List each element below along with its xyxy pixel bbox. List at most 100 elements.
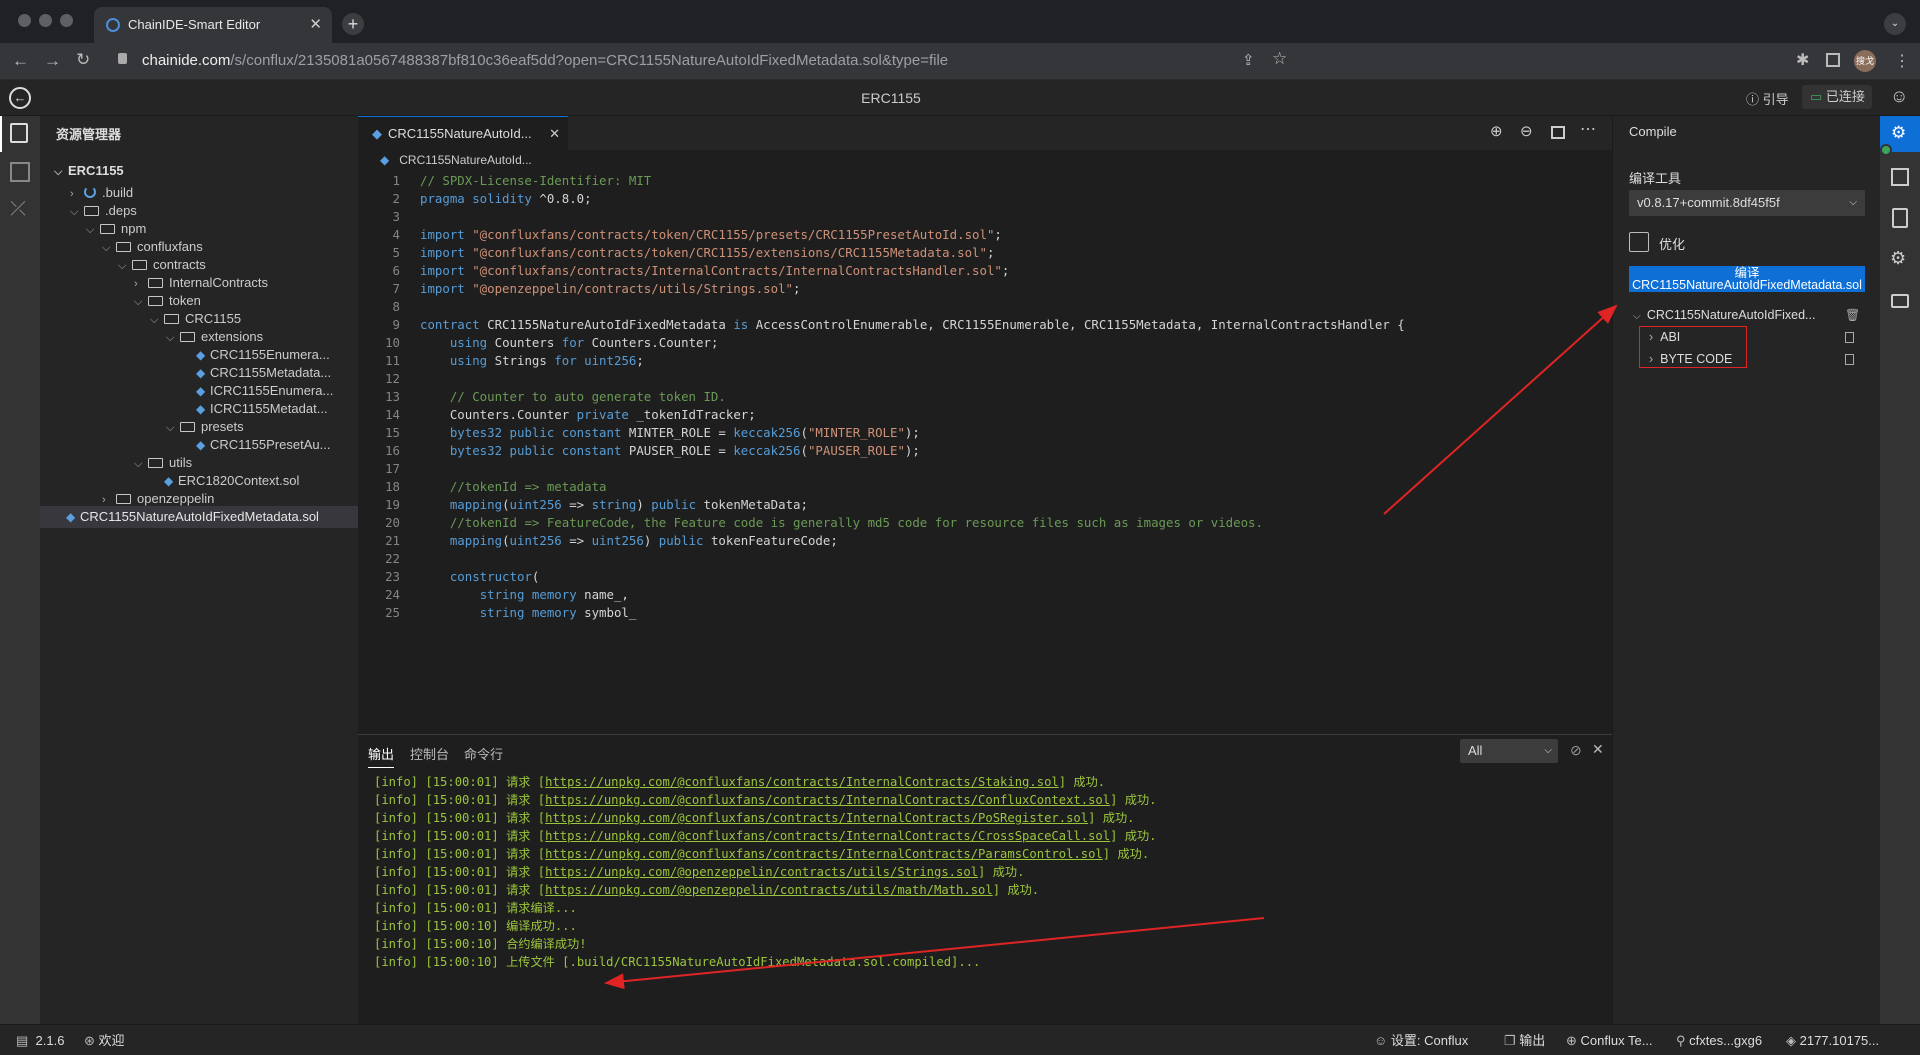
forward-arrow-icon[interactable]: → [44, 51, 61, 71]
code-line[interactable]: 21 mapping(uint256 => uint256) public to… [358, 530, 838, 552]
maximize-window-dot[interactable] [60, 14, 73, 27]
folder-open-icon [84, 206, 99, 216]
close-editor-tab-icon[interactable]: ✕ [549, 117, 560, 151]
close-window-dot[interactable] [18, 14, 31, 27]
log-filter-select[interactable]: All ⌵ [1460, 739, 1558, 763]
trash-icon[interactable]: 🗑 [1845, 308, 1860, 322]
tab-terminal[interactable]: 命令行 [464, 744, 503, 763]
more-actions-icon[interactable]: ⋯ [1580, 119, 1596, 139]
code-line[interactable]: 16 bytes32 public constant PAUSER_ROLE =… [358, 440, 920, 462]
compiler-version-select[interactable]: v0.8.17+commit.8df45f5f ⌵ [1629, 190, 1865, 216]
connection-status-button[interactable]: ▭ 已连接 [1802, 85, 1872, 109]
user-icon[interactable]: ☺ [1890, 86, 1908, 107]
code-token: ; [636, 353, 644, 368]
project-root-label: ERC1155 [68, 163, 124, 178]
profile-avatar[interactable]: 搜戈 [1854, 50, 1876, 72]
code-area[interactable]: 1// SPDX-License-Identifier: MIT 2 pragma … [358, 170, 1612, 734]
kebab-menu-icon[interactable]: ⋮ [1894, 51, 1910, 71]
code-token: uint256 [584, 353, 637, 368]
bytecode-item[interactable]: › BYTE CODE [1649, 352, 1732, 366]
log-link[interactable]: https://unpkg.com/@confluxfans/contracts… [545, 847, 1103, 861]
close-panel-icon[interactable]: ✕ [1592, 741, 1604, 758]
code-token: keccak256 [733, 443, 801, 458]
reload-icon[interactable]: ↻ [76, 50, 90, 70]
project-root[interactable]: ⌵ ERC1155 [54, 160, 124, 182]
new-tab-button[interactable]: + [342, 13, 364, 35]
code-line[interactable]: 25 string memory symbol_ [358, 602, 636, 624]
compile-button[interactable]: 编译 CRC1155NatureAutoIdFixedMetadata.sol [1629, 266, 1865, 292]
close-tab-icon[interactable]: ✕ [309, 7, 322, 43]
tree-item[interactable]: ◆ CRC1155PresetAu... [182, 434, 330, 456]
welcome-item[interactable]: ⊛ 欢迎 [84, 1033, 125, 1049]
code-token: Counters.Counter [420, 407, 577, 422]
back-arrow-icon[interactable]: ← [12, 51, 29, 71]
address-bar[interactable]: chainide.com/s/conflux/2135081a056748838… [142, 52, 948, 69]
code-token: ( [502, 533, 510, 548]
code-token: ; [994, 227, 1002, 242]
output-item[interactable]: ❐ 输出 [1504, 1033, 1545, 1049]
code-token: bytes32 public constant [449, 443, 629, 458]
tree-item-label: utils [169, 455, 193, 470]
log-link[interactable]: https://unpkg.com/@confluxfans/contracts… [545, 793, 1110, 807]
tree-item-label: CRC1155 [185, 311, 242, 326]
folder-open-icon [164, 314, 179, 324]
code-token: ; [1001, 263, 1010, 278]
network-item[interactable]: ⊕ Conflux Te... [1566, 1033, 1653, 1049]
bookmark-star-icon[interactable]: ☆ [1272, 49, 1287, 69]
tab-search-icon[interactable]: ⌄ [1884, 13, 1906, 35]
sidepanel-icon[interactable] [1826, 53, 1840, 67]
optimize-checkbox[interactable] [1629, 232, 1649, 252]
abi-item[interactable]: › ABI [1649, 330, 1680, 344]
tab-output[interactable]: 输出 [368, 744, 395, 768]
settings-item[interactable]: ☺ 设置: Conflux [1374, 1033, 1468, 1049]
log-line: [info] [15:00:10] 上传文件 [.build/CRC1155Na… [374, 951, 980, 973]
log-link[interactable]: https://unpkg.com/@openzeppelin/contract… [545, 865, 978, 879]
shield-gear-icon[interactable]: ⚙ [1890, 248, 1906, 269]
minimize-window-dot[interactable] [39, 14, 52, 27]
log-text: [info] [15:00:01] 请求 [ [374, 829, 546, 843]
browser-tab-title: ChainIDE-Smart Editor [128, 17, 261, 32]
copy-bytecode-icon[interactable] [1845, 354, 1854, 365]
extensions-puzzle-icon[interactable]: ✱ [1796, 50, 1809, 70]
browser-tab[interactable]: ChainIDE-Smart Editor ✕ [94, 7, 332, 43]
breadcrumb[interactable]: ◆ CRC1155NatureAutoId... [380, 153, 532, 167]
split-editor-icon[interactable] [1551, 126, 1565, 139]
explorer-files-icon[interactable] [10, 123, 28, 143]
tab-console[interactable]: 控制台 [410, 744, 449, 763]
copy-abi-icon[interactable] [1845, 332, 1854, 343]
toolbox-icon[interactable] [1891, 294, 1909, 308]
chevron-down-icon: ⌵ [118, 260, 127, 272]
guide-link[interactable]: ⓘ 引导 [1746, 89, 1789, 108]
compiled-contract-item[interactable]: ⌵ CRC1155NatureAutoIdFixed... [1633, 308, 1815, 322]
tree-item[interactable]: ◆ CRC1155NatureAutoIdFixedMetadata.sol [40, 506, 358, 528]
database-icon: ▤ [16, 1033, 32, 1048]
plugin-tools-icon[interactable]: ⤫ [10, 198, 26, 221]
code-token: using [449, 353, 495, 368]
log-text-end: ] 成功. [1088, 811, 1135, 825]
clipboard-icon[interactable] [1892, 208, 1908, 228]
code-token: => [569, 533, 592, 548]
code-token: "@confluxfans/contracts/InternalContract… [472, 263, 1002, 278]
zoom-in-icon[interactable]: ⊕ [1490, 122, 1503, 140]
log-link[interactable]: https://unpkg.com/@confluxfans/contracts… [545, 811, 1088, 825]
active-indicator [0, 116, 2, 152]
folder-icon [116, 494, 131, 504]
code-token: ( [800, 443, 808, 458]
help-circle-icon: ⓘ [1746, 92, 1763, 107]
account-item[interactable]: ⚲ cfxtes...gxg6 [1676, 1033, 1762, 1049]
log-link[interactable]: https://unpkg.com/@confluxfans/contracts… [545, 775, 1059, 789]
clear-output-icon[interactable]: ⊘ [1570, 742, 1582, 759]
code-editor: ◆ CRC1155NatureAutoId... ✕ ⊕ ⊖ ⋯ ◆ CRC11… [358, 116, 1612, 734]
editor-tab[interactable]: ◆ CRC1155NatureAutoId... ✕ [358, 116, 568, 150]
deploy-icon[interactable] [1891, 168, 1909, 186]
code-line[interactable]: 7 import "@openzeppelin/contracts/utils/S… [358, 278, 801, 300]
folder-open-icon [116, 242, 131, 252]
zoom-out-icon[interactable]: ⊖ [1520, 122, 1533, 140]
log-link[interactable]: https://unpkg.com/@openzeppelin/contract… [545, 883, 993, 897]
extensions-grid-icon[interactable] [10, 162, 30, 182]
log-link[interactable]: https://unpkg.com/@confluxfans/contracts… [545, 829, 1110, 843]
tree-item-label: contracts [153, 257, 206, 272]
share-icon[interactable]: ⇪ [1242, 51, 1255, 69]
